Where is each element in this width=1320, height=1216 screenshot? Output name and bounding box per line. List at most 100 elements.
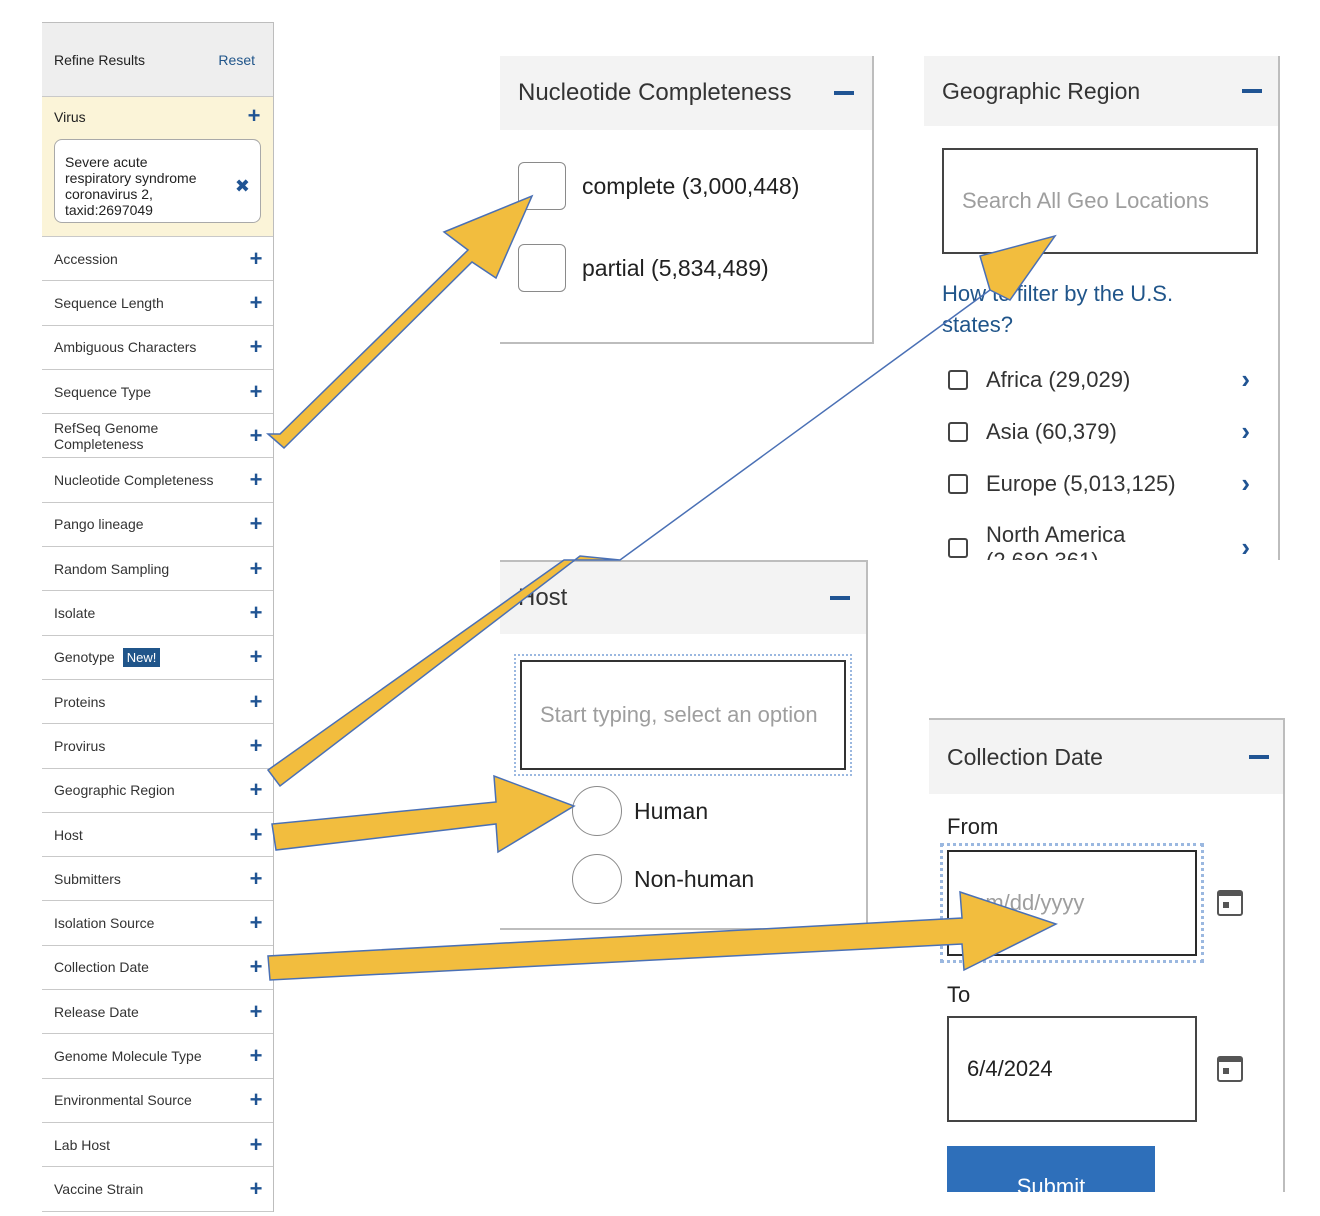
radio-button[interactable] bbox=[572, 786, 622, 836]
collapse-minus-icon[interactable] bbox=[830, 596, 850, 600]
virus-filter: Virus + Severe acute respiratory syndrom… bbox=[42, 97, 273, 237]
sidebar-item-label: Sequence Length bbox=[54, 294, 164, 311]
expand-plus-icon[interactable]: + bbox=[249, 1044, 263, 1066]
expand-plus-icon[interactable]: + bbox=[249, 336, 263, 358]
radio-button[interactable] bbox=[572, 854, 622, 904]
sidebar-item-label: Environmental Source bbox=[54, 1092, 192, 1109]
sidebar-item-isolation-source[interactable]: Isolation Source + bbox=[42, 901, 273, 946]
expand-plus-icon[interactable]: + bbox=[249, 291, 263, 313]
region-item[interactable]: Asia (60,379) › bbox=[948, 416, 1250, 447]
expand-plus-icon[interactable]: + bbox=[249, 734, 263, 756]
sidebar-item-label-wrap: Pango lineage bbox=[54, 516, 144, 532]
region-item[interactable]: Europe (5,013,125) › bbox=[948, 468, 1250, 499]
region-item[interactable]: North America (2,680,361) › bbox=[948, 522, 1250, 560]
sidebar-item-isolate[interactable]: Isolate + bbox=[42, 591, 273, 636]
sidebar-item-label: Ambiguous Characters bbox=[54, 339, 197, 356]
expand-plus-icon[interactable]: + bbox=[249, 557, 263, 579]
expand-plus-icon[interactable]: + bbox=[247, 105, 261, 127]
submit-button[interactable]: Submit bbox=[947, 1146, 1155, 1192]
expand-plus-icon[interactable]: + bbox=[249, 1177, 263, 1199]
collapse-minus-icon[interactable] bbox=[834, 91, 854, 95]
expand-plus-icon[interactable]: + bbox=[249, 513, 263, 535]
sidebar-item-label: Random Sampling bbox=[54, 560, 170, 577]
refine-results-sidebar: Refine Results Reset Virus + Severe acut… bbox=[42, 22, 274, 1212]
option-partial[interactable]: partial (5,834,489) bbox=[518, 244, 769, 292]
sidebar-item-genotype[interactable]: Genotype New! + bbox=[42, 636, 273, 680]
expand-plus-icon[interactable]: + bbox=[249, 646, 263, 668]
expand-plus-icon[interactable]: + bbox=[249, 779, 263, 801]
sidebar-item-host[interactable]: Host + bbox=[42, 813, 273, 858]
sidebar-item-label-wrap: Geographic Region bbox=[54, 782, 175, 798]
us-states-help-link[interactable]: How to filter by the U.S. states? bbox=[942, 278, 1242, 340]
sidebar-item-sequence-length[interactable]: Sequence Length + bbox=[42, 281, 273, 326]
sidebar-item-label-wrap: RefSeq Genome Completeness bbox=[54, 420, 249, 452]
chevron-right-icon[interactable]: › bbox=[1241, 532, 1250, 560]
reset-link[interactable]: Reset bbox=[218, 52, 255, 68]
calendar-icon[interactable] bbox=[1217, 1056, 1243, 1082]
checkbox[interactable] bbox=[948, 538, 968, 558]
expand-plus-icon[interactable]: + bbox=[249, 1133, 263, 1155]
remove-x-icon[interactable]: ✖ bbox=[235, 177, 250, 195]
to-date-input[interactable]: 6/4/2024 bbox=[947, 1016, 1197, 1122]
panel-header: Host bbox=[500, 562, 866, 634]
sidebar-item-random-sampling[interactable]: Random Sampling + bbox=[42, 547, 273, 592]
sidebar-item-label-wrap: Release Date bbox=[54, 1004, 139, 1020]
sidebar-item-label-wrap: Ambiguous Characters bbox=[54, 339, 196, 355]
sidebar-item-provirus[interactable]: Provirus + bbox=[42, 724, 273, 769]
region-label: Africa (29,029) bbox=[986, 366, 1131, 392]
checkbox[interactable] bbox=[518, 162, 566, 210]
sidebar-item-ambiguous-characters[interactable]: Ambiguous Characters + bbox=[42, 326, 273, 370]
expand-plus-icon[interactable]: + bbox=[249, 867, 263, 889]
sidebar-item-label-wrap: Collection Date bbox=[54, 959, 149, 975]
chevron-right-icon[interactable]: › bbox=[1241, 364, 1250, 395]
sidebar-item-geographic-region[interactable]: Geographic Region + bbox=[42, 769, 273, 813]
expand-plus-icon[interactable]: + bbox=[249, 247, 263, 269]
sidebar-item-proteins[interactable]: Proteins + bbox=[42, 680, 273, 725]
sidebar-item-label-wrap: Accession bbox=[54, 251, 118, 267]
chevron-right-icon[interactable]: › bbox=[1241, 468, 1250, 499]
expand-plus-icon[interactable]: + bbox=[249, 912, 263, 934]
sidebar-item-label-wrap: Environmental Source bbox=[54, 1092, 192, 1108]
sidebar-item-label: Accession bbox=[54, 250, 118, 267]
sidebar-item-sequence-type[interactable]: Sequence Type + bbox=[42, 370, 273, 415]
sidebar-item-vaccine-strain[interactable]: Vaccine Strain + bbox=[42, 1167, 273, 1212]
expand-plus-icon[interactable]: + bbox=[249, 1089, 263, 1111]
sidebar-item-label-wrap: Submitters bbox=[54, 871, 121, 887]
sidebar-item-nucleotide-completeness[interactable]: Nucleotide Completeness + bbox=[42, 458, 273, 503]
expand-plus-icon[interactable]: + bbox=[249, 424, 263, 446]
collapse-minus-icon[interactable] bbox=[1242, 89, 1262, 93]
expand-plus-icon[interactable]: + bbox=[249, 380, 263, 402]
expand-plus-icon[interactable]: + bbox=[249, 956, 263, 978]
sidebar-item-refseq-genome-completeness[interactable]: RefSeq Genome Completeness + bbox=[42, 414, 273, 459]
region-item[interactable]: Africa (29,029) › bbox=[948, 364, 1250, 395]
checkbox[interactable] bbox=[518, 244, 566, 292]
sidebar-item-release-date[interactable]: Release Date + bbox=[42, 990, 273, 1035]
expand-plus-icon[interactable]: + bbox=[249, 469, 263, 491]
calendar-icon[interactable] bbox=[1217, 890, 1243, 916]
sidebar-item-label: Lab Host bbox=[54, 1136, 111, 1153]
host-option-non-human[interactable]: Non-human bbox=[572, 854, 754, 904]
sidebar-item-collection-date[interactable]: Collection Date + bbox=[42, 946, 273, 991]
checkbox[interactable] bbox=[948, 369, 968, 390]
expand-plus-icon[interactable]: + bbox=[249, 823, 263, 845]
new-badge: New! bbox=[122, 648, 161, 668]
host-search-input[interactable]: Start typing, select an option bbox=[514, 654, 852, 776]
collapse-minus-icon[interactable] bbox=[1249, 755, 1269, 759]
expand-plus-icon[interactable]: + bbox=[249, 602, 263, 624]
option-complete[interactable]: complete (3,000,448) bbox=[518, 162, 799, 210]
sidebar-item-pango-lineage[interactable]: Pango lineage + bbox=[42, 503, 273, 548]
sidebar-item-environmental-source[interactable]: Environmental Source + bbox=[42, 1079, 273, 1123]
to-label: To bbox=[947, 982, 971, 1007]
sidebar-item-accession[interactable]: Accession + bbox=[42, 237, 273, 282]
expand-plus-icon[interactable]: + bbox=[249, 1000, 263, 1022]
geo-search-input[interactable]: Search All Geo Locations bbox=[942, 148, 1258, 254]
sidebar-item-genome-molecule-type[interactable]: Genome Molecule Type + bbox=[42, 1034, 273, 1079]
from-date-input[interactable]: mm/dd/yyyy bbox=[940, 843, 1204, 963]
checkbox[interactable] bbox=[948, 473, 968, 494]
chevron-right-icon[interactable]: › bbox=[1241, 416, 1250, 447]
sidebar-item-lab-host[interactable]: Lab Host + bbox=[42, 1123, 273, 1168]
host-option-human[interactable]: Human bbox=[572, 786, 708, 836]
expand-plus-icon[interactable]: + bbox=[249, 690, 263, 712]
checkbox[interactable] bbox=[948, 421, 968, 442]
sidebar-item-submitters[interactable]: Submitters + bbox=[42, 857, 273, 902]
